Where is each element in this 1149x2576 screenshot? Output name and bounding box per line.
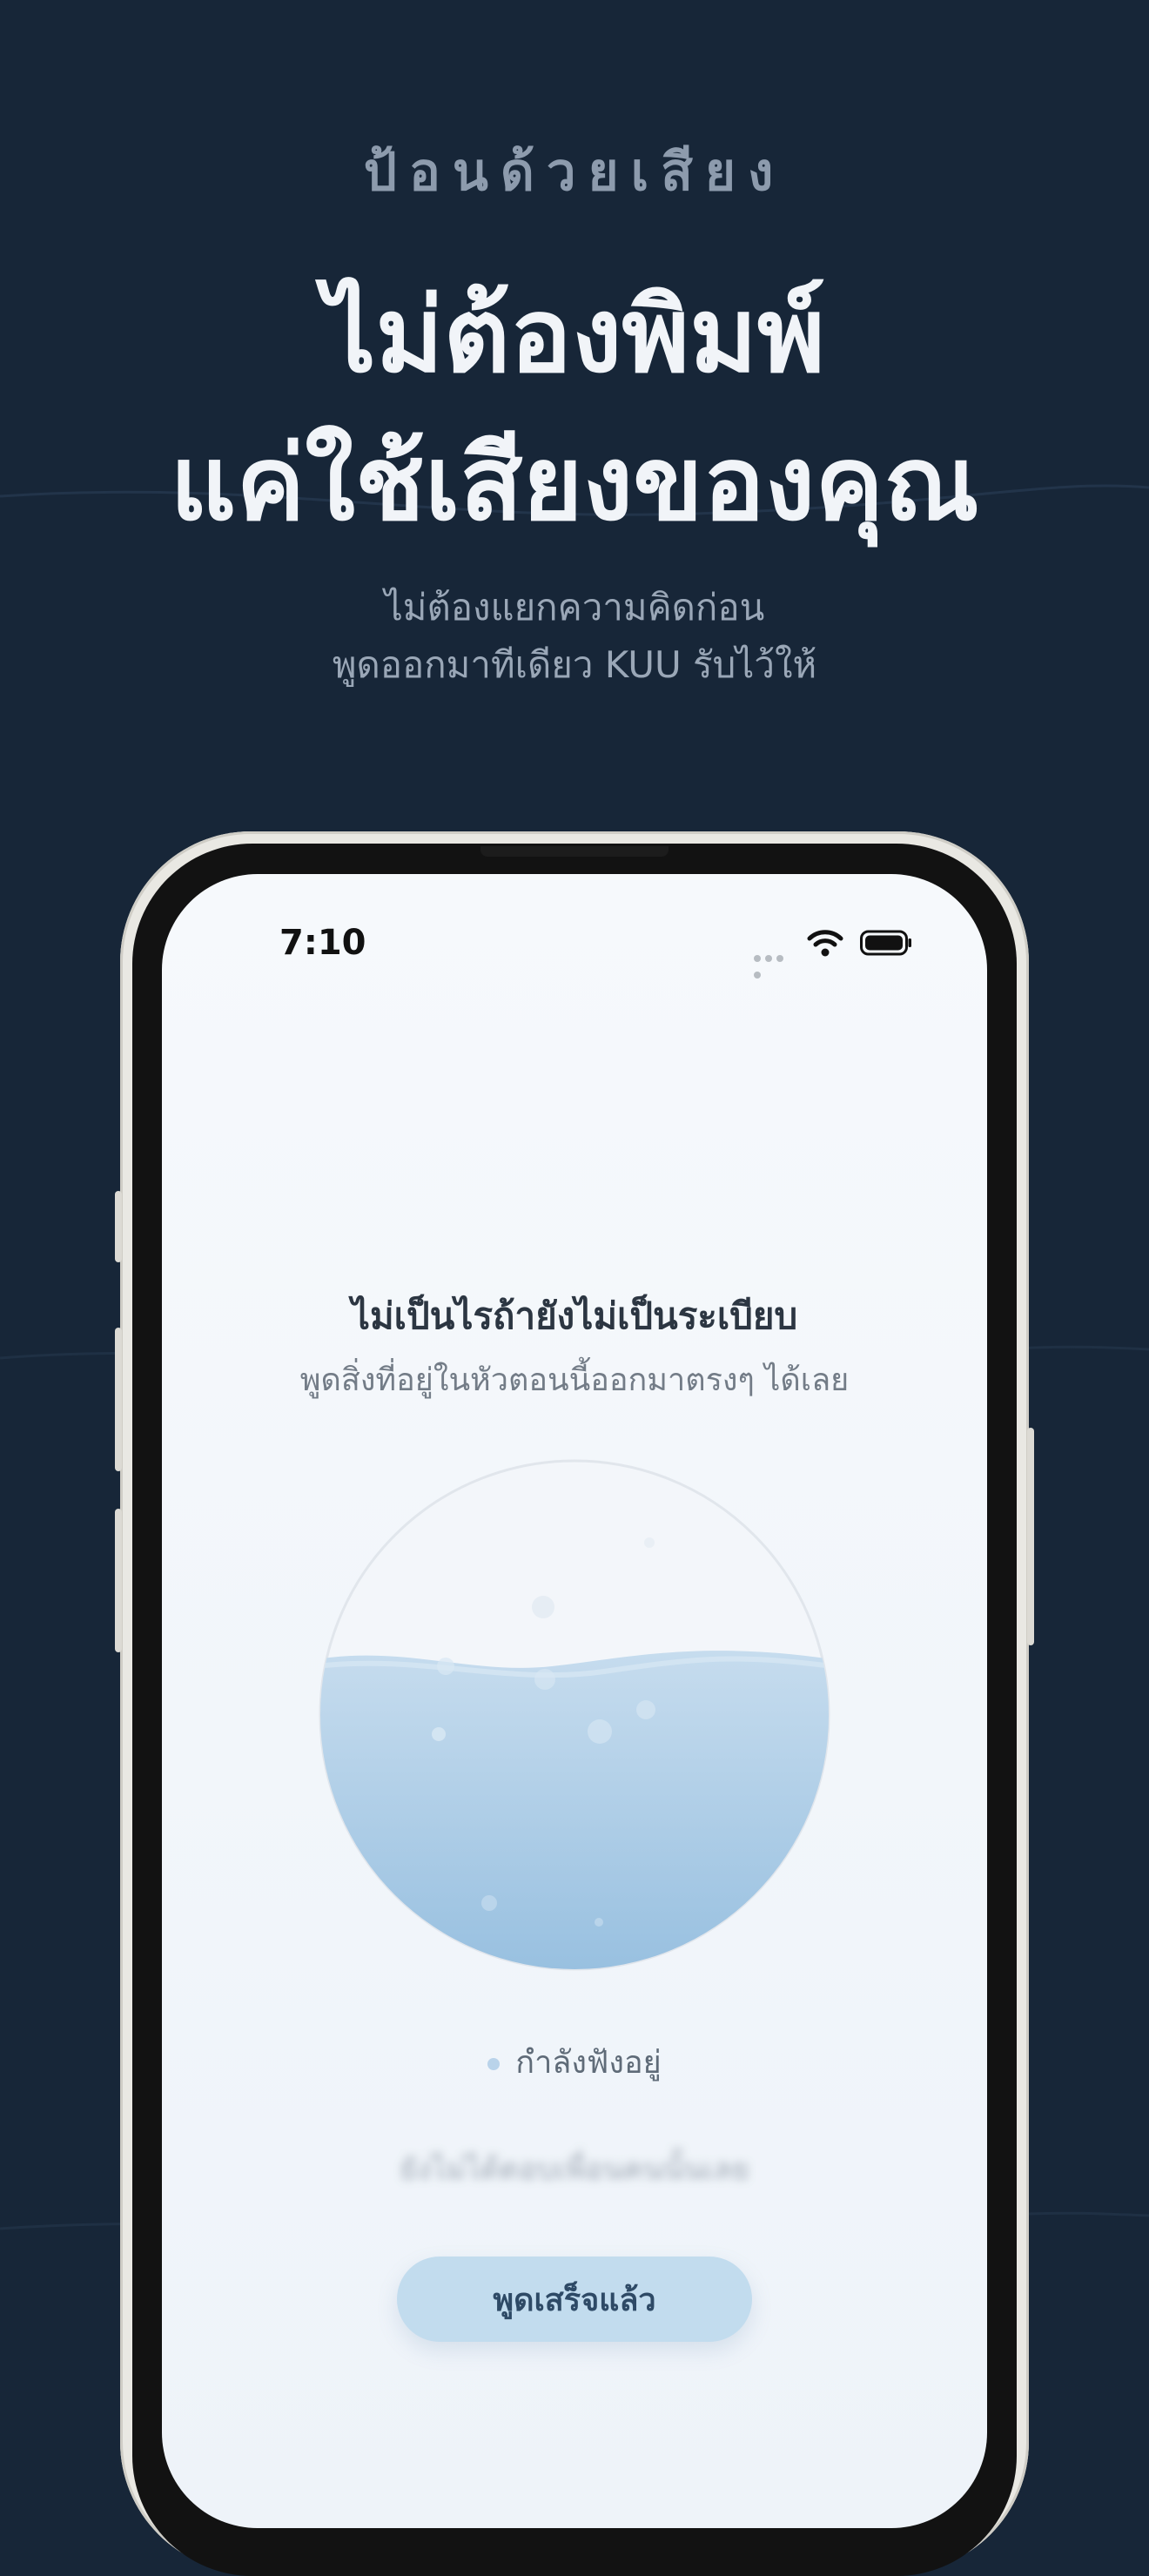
section-eyebrow: ป้อนด้วยเสียง xyxy=(363,142,786,203)
phone-side-button xyxy=(115,1191,122,1262)
done-speaking-button[interactable]: พูดเสร็จแล้ว xyxy=(397,2257,752,2342)
recording-indicator-dot xyxy=(487,2058,501,2070)
phone-notch xyxy=(480,846,669,857)
phone-volume-up-button xyxy=(115,1328,122,1471)
voice-level-orb xyxy=(319,1459,830,1971)
subheadline-line-2: พูดออกมาทีเดียว KUU รับไว้ให้ xyxy=(332,643,817,686)
headline-line-2: แค่ใช้เสียงของคุณ xyxy=(170,423,979,543)
status-time: 7:10 xyxy=(279,923,366,963)
wifi-icon xyxy=(807,930,843,957)
headline: ไม่ต้องพิมพ์ แค่ใช้เสียงของคุณ xyxy=(0,261,1149,557)
battery-icon xyxy=(860,930,911,956)
prompt-title: ไม่เป็นไรถ้ายังไม่เป็นระเบียบ xyxy=(351,1295,798,1337)
cellular-signal-icon xyxy=(754,949,797,979)
transcript-preview: ยังไม่ได้ตอบเพื่อนคนนั้นเลย xyxy=(400,2152,749,2187)
phone-screen: 7:10 ไม่เป็นไรถ้ายังไม่เป็นระเบียบ พูดสิ… xyxy=(162,874,987,2528)
subheadline-line-1: ไม่ต้องแยกความคิดก่อน xyxy=(384,586,765,629)
prompt-subtitle: พูดสิ่งที่อยู่ในหัวตอนนี้ออกมาตรงๆ ได้เล… xyxy=(299,1362,850,1398)
headline-line-1: ไม่ต้องพิมพ์ xyxy=(324,275,825,395)
listening-status-label: กำลังฟังอยู่ xyxy=(515,2045,662,2081)
listening-status: กำลังฟังอยู่ xyxy=(162,2037,987,2087)
phone-volume-down-button xyxy=(115,1509,122,1652)
subheadline: ไม่ต้องแยกความคิดก่อน พูดออกมาทีเดียว KU… xyxy=(0,579,1149,694)
phone-power-button xyxy=(1027,1428,1034,1645)
